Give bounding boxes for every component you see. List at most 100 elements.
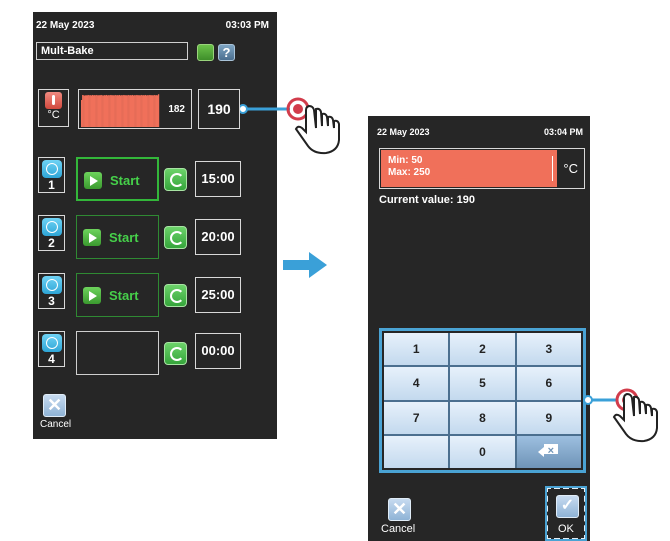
- numeric-keypad: 1 2 3 4 5 6 7 8 9 0: [379, 328, 586, 473]
- unit-label: °C: [563, 161, 578, 176]
- temp-history-bar: [157, 94, 160, 127]
- timer-1-start-button[interactable]: Start: [76, 157, 159, 201]
- key-2[interactable]: 2: [450, 333, 515, 366]
- tap-hand-icon: [294, 104, 340, 155]
- play-icon: [84, 172, 102, 189]
- key-3[interactable]: 3: [516, 333, 581, 366]
- key-9[interactable]: 9: [516, 401, 581, 434]
- timer-1-label: 1: [38, 157, 65, 193]
- temp-history-bar: [130, 95, 133, 127]
- date-label: 22 May 2023: [377, 127, 430, 137]
- cancel-label: Cancel: [40, 419, 72, 430]
- reset-icon[interactable]: [164, 168, 187, 191]
- clock-icon: [41, 334, 62, 352]
- timer-3-label: 3: [38, 273, 65, 309]
- timer-3-start-button[interactable]: Start: [76, 273, 159, 317]
- current-value-label: Current value: 190: [379, 194, 475, 206]
- clock-icon: [41, 218, 62, 236]
- temp-history-bar: [140, 94, 142, 127]
- temp-history-bar: [124, 95, 126, 127]
- range-text: Min: 50 Max: 250: [388, 155, 430, 179]
- cancel-icon[interactable]: ✕: [43, 394, 66, 417]
- thermometer-icon: [45, 92, 62, 109]
- timer-2-time[interactable]: 20:00: [195, 219, 241, 255]
- temp-history-bar: [91, 94, 94, 127]
- temp-history-bar: [134, 95, 136, 127]
- clock-icon: [41, 276, 62, 294]
- temp-history-bar: [121, 95, 123, 127]
- key-7[interactable]: 7: [384, 401, 449, 434]
- temperature-icon: °C: [38, 89, 69, 127]
- temp-history-bar: [143, 95, 146, 127]
- timer-3-time[interactable]: 25:00: [195, 277, 241, 313]
- cancel-label: Cancel: [381, 523, 416, 535]
- temp-history-bar: [108, 95, 110, 127]
- timer-number: 1: [48, 178, 55, 192]
- timer-4-label: 4: [38, 331, 65, 367]
- temp-history-bar: [85, 95, 87, 127]
- current-temp-value: 182: [168, 104, 185, 115]
- date-label: 22 May 2023: [36, 20, 95, 31]
- start-label: Start: [110, 173, 140, 188]
- clock-icon: [41, 160, 62, 178]
- reset-icon[interactable]: [164, 284, 187, 307]
- value-range-field[interactable]: Min: 50 Max: 250 °C: [379, 148, 585, 189]
- temp-history-bar: [104, 95, 107, 127]
- set-temperature-box[interactable]: 190: [198, 89, 240, 129]
- temp-history-bar: [88, 95, 90, 127]
- timer-number: 4: [48, 352, 55, 366]
- checkmark-icon: ✓: [556, 495, 579, 518]
- cancel-icon[interactable]: ✕: [388, 498, 411, 521]
- temp-history-bar: [117, 95, 120, 127]
- temp-history-bar: [153, 94, 155, 127]
- temp-history-bar: [114, 94, 116, 127]
- max-label: Max: 250: [388, 167, 431, 178]
- key-5[interactable]: 5: [450, 367, 515, 400]
- time-label: 03:04 PM: [543, 127, 583, 137]
- key-1[interactable]: 1: [384, 333, 449, 366]
- temp-history-bar: [147, 95, 149, 127]
- timer-2-label: 2: [38, 215, 65, 251]
- temp-history-bar: [82, 94, 84, 127]
- temp-history-bar: [137, 95, 139, 127]
- timer-4-time[interactable]: 00:00: [195, 333, 241, 369]
- transition-arrow-icon: [283, 252, 327, 278]
- temp-history-bar: [101, 95, 103, 127]
- play-icon: [83, 229, 101, 246]
- program-name-field[interactable]: Mult-Bake: [36, 42, 188, 60]
- min-label: Min: 50: [388, 155, 423, 166]
- ok-label: OK: [558, 523, 574, 535]
- reset-icon[interactable]: [164, 342, 187, 365]
- timer-number: 2: [48, 236, 55, 250]
- numeric-entry-screen: 22 May 2023 03:04 PM Min: 50 Max: 250 °C…: [368, 116, 590, 541]
- timer-1-time[interactable]: 15:00: [195, 161, 241, 197]
- key-6[interactable]: 6: [516, 367, 581, 400]
- key-0[interactable]: 0: [450, 435, 515, 468]
- help-icon[interactable]: ?: [218, 44, 235, 61]
- timer-2-start-button[interactable]: Start: [76, 215, 159, 259]
- reset-icon[interactable]: [164, 226, 187, 249]
- backspace-key[interactable]: [516, 435, 581, 468]
- start-label: Start: [109, 230, 139, 245]
- home-icon[interactable]: [197, 44, 214, 61]
- key-4[interactable]: 4: [384, 367, 449, 400]
- bake-program-screen: 22 May 2023 03:03 PM Mult-Bake ? °C 182 …: [33, 12, 277, 439]
- temperature-history-chart: 182: [78, 89, 192, 129]
- ok-button[interactable]: ✓ OK: [545, 486, 587, 541]
- temp-history-bar: [127, 94, 129, 127]
- temp-history-bar: [156, 95, 159, 127]
- timer-4-empty-slot[interactable]: [76, 331, 159, 375]
- key-8[interactable]: 8: [450, 401, 515, 434]
- start-label: Start: [109, 288, 139, 303]
- timer-number: 3: [48, 294, 55, 308]
- time-label: 03:03 PM: [225, 20, 269, 31]
- temp-history-bar: [95, 95, 97, 127]
- backspace-icon: [537, 443, 560, 457]
- key-blank: [384, 435, 449, 468]
- temp-history-bar: [150, 95, 152, 127]
- tap-hand-icon: [612, 392, 658, 443]
- temp-history-bar: [98, 95, 100, 127]
- play-icon: [83, 287, 101, 304]
- temp-history-bar: [111, 95, 113, 127]
- temperature-unit: °C: [47, 109, 60, 121]
